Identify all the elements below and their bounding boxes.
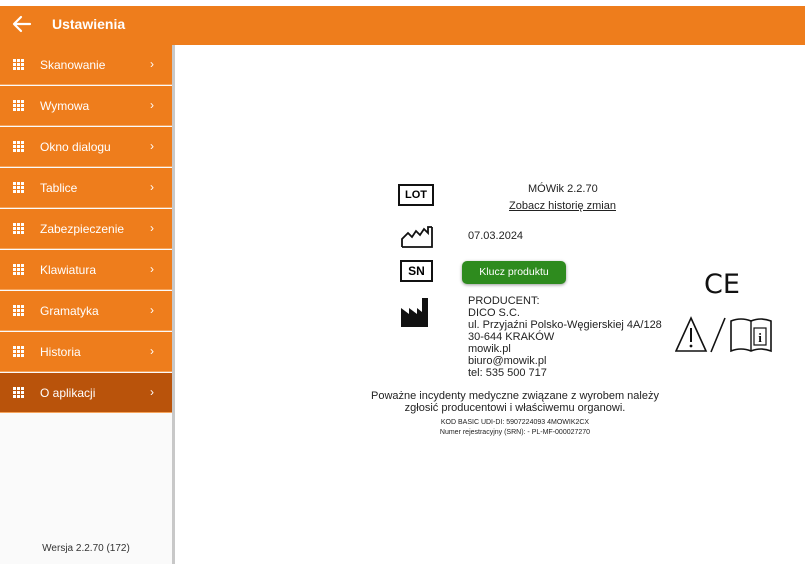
sidebar-item-label: Historia [40,345,81,359]
release-date: 07.03.2024 [468,230,524,242]
grid-icon [13,223,24,234]
incident-line: Poważne incydenty medyczne związane z wy… [371,390,659,402]
page-title: Ustawienia [52,16,126,32]
sidebar-item-skanowanie[interactable]: Skanowanie › [0,45,172,85]
grid-icon [13,264,24,275]
chevron-right-icon: › [150,139,154,153]
grid-icon [13,100,24,111]
date-of-manufacture-icon [401,226,433,248]
producer-line: ul. Przyjaźni Polsko-Węgierskiej 4A/128 [468,319,662,331]
producer-line: 30-644 KRAKÓW [468,331,555,343]
top-app-bar: Ustawienia [0,6,805,45]
chevron-right-icon: › [150,180,154,194]
ce-mark: CE [704,269,740,300]
udi-code: KOD BASIC UDI-DI: 5907224093 4MOWIK2CX [440,419,590,426]
sidebar-item-label: Skanowanie [40,58,106,72]
manufacturer-icon [401,298,428,327]
grid-icon [13,346,24,357]
sidebar-item-o-aplikacji[interactable]: O aplikacji › [0,373,172,413]
chevron-right-icon: › [150,221,154,235]
sidebar-item-label: Klawiatura [40,263,97,277]
sidebar-item-klawiatura[interactable]: Klawiatura › [0,250,172,290]
grid-icon [13,141,24,152]
lot-icon: LOT [398,184,434,206]
sidebar-item-gramatyka[interactable]: Gramatyka › [0,291,172,331]
sidebar-item-label: Okno dialogu [40,140,111,154]
back-arrow-icon[interactable] [10,12,34,36]
caution-consult-instructions-icon: i [675,316,772,353]
sidebar-item-label: Tablice [40,181,78,195]
sidebar-divider [172,45,175,564]
sidebar-item-label: Gramatyka [40,304,99,318]
chevron-right-icon: › [150,98,154,112]
chevron-right-icon: › [150,57,154,71]
app-name: MÓWik 2.2.70 [528,183,598,195]
sidebar-item-zabezpieczenie[interactable]: Zabezpieczenie › [0,209,172,249]
product-key-button[interactable]: Klucz produktu [462,261,566,284]
app-version: Wersja 2.2.70 (172) [42,543,130,554]
producer-info: PRODUCENT: DICO S.C. ul. Przyjaźni Polsk… [468,295,662,379]
incident-line: zgłosić producentowi i właściwemu organo… [404,402,626,414]
sidebar-item-historia[interactable]: Historia › [0,332,172,372]
grid-icon [13,59,24,70]
svg-text:i: i [758,330,762,345]
sidebar-item-label: Wymowa [40,99,90,113]
app-window: Ustawienia Skanowanie › Wymowa › Okno di… [0,0,805,564]
changelog-link[interactable]: Zobacz historię zmian [509,200,616,212]
sidebar-item-label: O aplikacji [40,386,96,400]
sidebar-item-tablice[interactable]: Tablice › [0,168,172,208]
sidebar-item-wymowa[interactable]: Wymowa › [0,86,172,126]
chevron-right-icon: › [150,262,154,276]
incident-notice: Poważne incydenty medyczne związane z wy… [370,390,660,414]
sidebar: Skanowanie › Wymowa › Okno dialogu › Tab… [0,45,172,564]
grid-icon [13,182,24,193]
chevron-right-icon: › [150,344,154,358]
producer-line: mowik.pl [468,343,511,355]
grid-icon [13,305,24,316]
sidebar-item-okno-dialogu[interactable]: Okno dialogu › [0,127,172,167]
producer-line: DICO S.C. [468,307,520,319]
producer-line: biuro@mowik.pl [468,355,547,367]
producer-line: tel: 535 500 717 [468,367,547,379]
chevron-right-icon: › [150,385,154,399]
grid-icon [13,387,24,398]
sidebar-item-label: Zabezpieczenie [40,222,125,236]
serial-number-icon: SN [400,260,433,282]
producer-line: PRODUCENT: [468,295,540,307]
chevron-right-icon: › [150,303,154,317]
srn-number: Numer rejestracyjny (SRN): - PL-MF-00002… [439,429,591,436]
